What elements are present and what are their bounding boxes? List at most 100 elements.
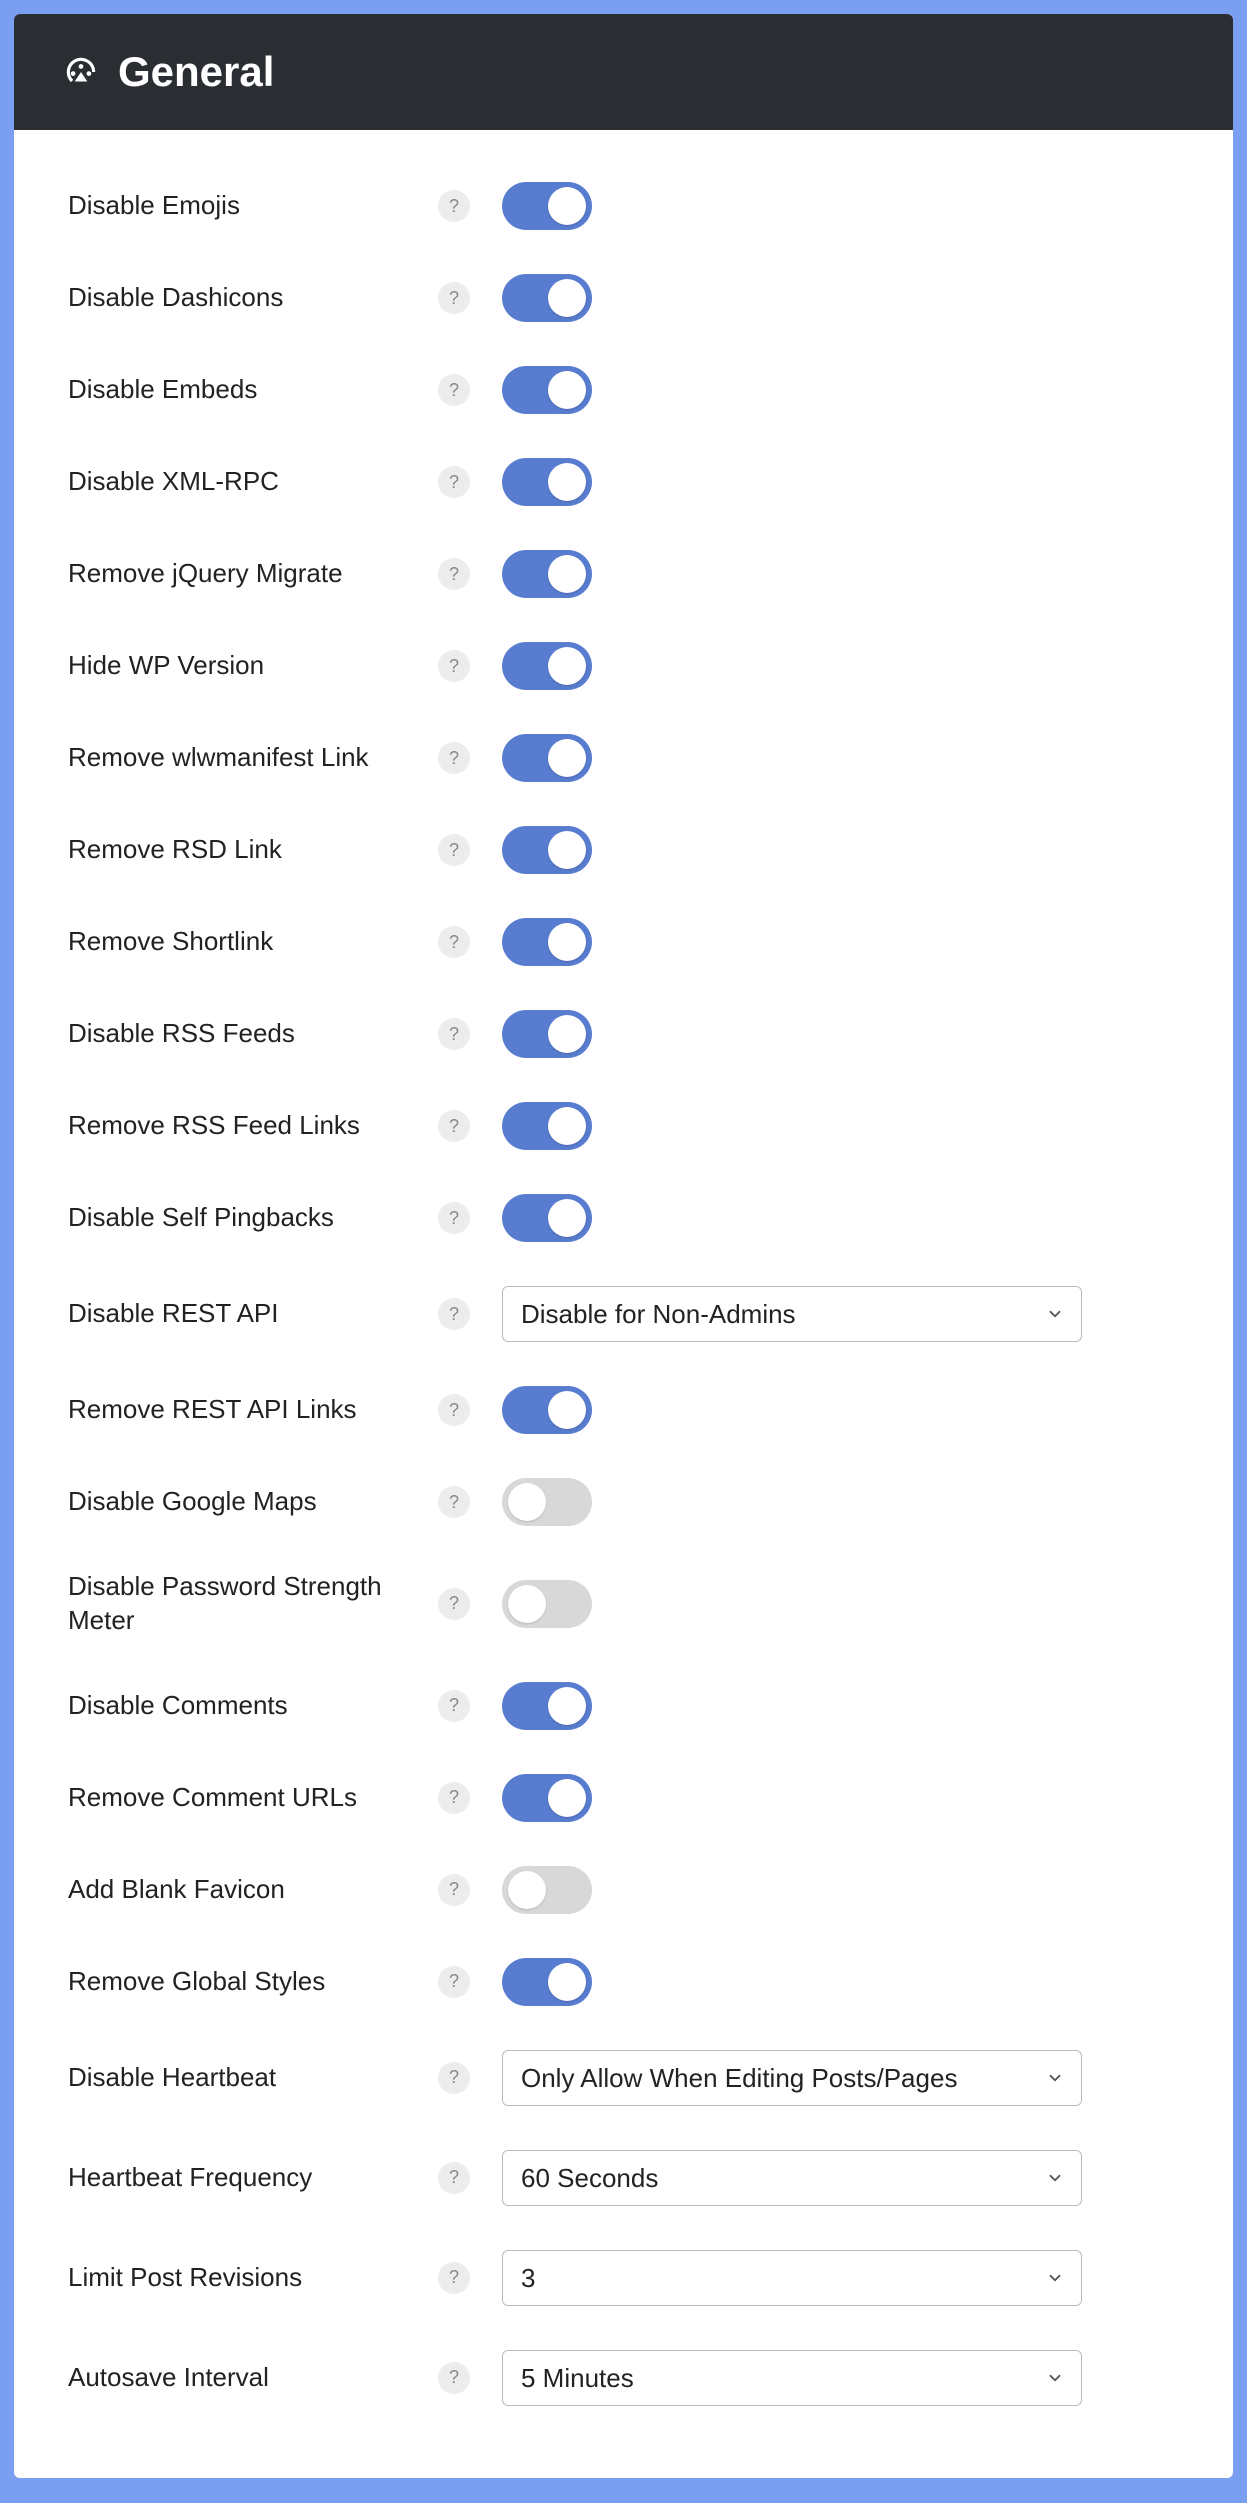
help-icon[interactable]: ? xyxy=(438,1966,470,1998)
setting-label: Remove wlwmanifest Link xyxy=(68,741,428,775)
setting-row-disable_dashicons: Disable Dashicons? xyxy=(28,252,1219,344)
select-disable_rest_api[interactable]: Disable for Non-Admins xyxy=(502,1286,1082,1342)
toggle-remove_rsd_link[interactable] xyxy=(502,826,592,874)
select-wrap-limit_post_revisions: 3 xyxy=(502,2250,1082,2306)
setting-label: Remove REST API Links xyxy=(68,1393,428,1427)
toggle-remove_jquery_migrate[interactable] xyxy=(502,550,592,598)
toggle-remove_global_styles[interactable] xyxy=(502,1958,592,2006)
panel-header: General xyxy=(14,14,1233,130)
setting-control xyxy=(502,458,592,506)
setting-control xyxy=(502,182,592,230)
help-icon[interactable]: ? xyxy=(438,1110,470,1142)
setting-label: Remove RSD Link xyxy=(68,833,428,867)
setting-control xyxy=(502,274,592,322)
help-icon[interactable]: ? xyxy=(438,834,470,866)
toggle-knob xyxy=(548,739,586,777)
toggle-remove_shortlink[interactable] xyxy=(502,918,592,966)
help-icon[interactable]: ? xyxy=(438,1298,470,1330)
toggle-remove_rss_feed_links[interactable] xyxy=(502,1102,592,1150)
setting-control xyxy=(502,1866,592,1914)
setting-control xyxy=(502,1682,592,1730)
toggle-knob xyxy=(508,1585,546,1623)
toggle-disable_dashicons[interactable] xyxy=(502,274,592,322)
toggle-hide_wp_version[interactable] xyxy=(502,642,592,690)
setting-row-limit_post_revisions: Limit Post Revisions?3 xyxy=(28,2228,1219,2328)
panel-body: Disable Emojis?Disable Dashicons?Disable… xyxy=(14,130,1233,2478)
help-icon[interactable]: ? xyxy=(438,926,470,958)
toggle-knob xyxy=(508,1483,546,1521)
setting-control xyxy=(502,1102,592,1150)
help-icon[interactable]: ? xyxy=(438,2262,470,2294)
toggle-remove_comment_urls[interactable] xyxy=(502,1774,592,1822)
toggle-knob xyxy=(548,1015,586,1053)
help-icon[interactable]: ? xyxy=(438,1486,470,1518)
toggle-remove_wlwmanifest[interactable] xyxy=(502,734,592,782)
toggle-disable_google_maps[interactable] xyxy=(502,1478,592,1526)
setting-row-disable_embeds: Disable Embeds? xyxy=(28,344,1219,436)
help-icon[interactable]: ? xyxy=(438,1018,470,1050)
help-icon[interactable]: ? xyxy=(438,374,470,406)
setting-row-autosave_interval: Autosave Interval? 5 Minutes xyxy=(28,2328,1219,2428)
setting-row-remove_comment_urls: Remove Comment URLs? xyxy=(28,1752,1219,1844)
toggle-knob xyxy=(548,1963,586,2001)
setting-row-disable_emojis: Disable Emojis? xyxy=(28,160,1219,252)
setting-control xyxy=(502,642,592,690)
select-disable_heartbeat[interactable]: Only Allow When Editing Posts/Pages xyxy=(502,2050,1082,2106)
setting-row-disable_pwd_meter: Disable Password Strength Meter? xyxy=(28,1548,1219,1660)
setting-label: Remove jQuery Migrate xyxy=(68,557,428,591)
toggle-knob xyxy=(548,1199,586,1237)
toggle-disable_pwd_meter[interactable] xyxy=(502,1580,592,1628)
toggle-knob xyxy=(548,1779,586,1817)
help-icon[interactable]: ? xyxy=(438,558,470,590)
toggle-add_blank_favicon[interactable] xyxy=(502,1866,592,1914)
help-icon[interactable]: ? xyxy=(438,1394,470,1426)
setting-control: 5 Minutes xyxy=(502,2350,1082,2406)
setting-row-heartbeat_frequency: Heartbeat Frequency?60 Seconds xyxy=(28,2128,1219,2228)
help-icon[interactable]: ? xyxy=(438,742,470,774)
setting-control xyxy=(502,1386,592,1434)
select-wrap-disable_rest_api: Disable for Non-Admins xyxy=(502,1286,1082,1342)
setting-control: 60 Seconds xyxy=(502,2150,1082,2206)
toggle-remove_rest_api_links[interactable] xyxy=(502,1386,592,1434)
setting-control xyxy=(502,1774,592,1822)
setting-label: Disable REST API xyxy=(68,1297,428,1331)
help-icon[interactable]: ? xyxy=(438,466,470,498)
setting-label: Remove RSS Feed Links xyxy=(68,1109,428,1143)
setting-row-remove_shortlink: Remove Shortlink? xyxy=(28,896,1219,988)
help-icon[interactable]: ? xyxy=(438,190,470,222)
setting-label: Disable Dashicons xyxy=(68,281,428,315)
select-heartbeat_frequency[interactable]: 60 Seconds xyxy=(502,2150,1082,2206)
setting-label: Disable Comments xyxy=(68,1689,428,1723)
toggle-disable_self_pingbacks[interactable] xyxy=(502,1194,592,1242)
toggle-knob xyxy=(548,831,586,869)
toggle-disable_comments[interactable] xyxy=(502,1682,592,1730)
setting-label: Disable RSS Feeds xyxy=(68,1017,428,1051)
help-icon[interactable]: ? xyxy=(438,1782,470,1814)
setting-row-remove_wlwmanifest: Remove wlwmanifest Link? xyxy=(28,712,1219,804)
toggle-disable_xmlrpc[interactable] xyxy=(502,458,592,506)
help-icon[interactable]: ? xyxy=(438,1874,470,1906)
select-limit_post_revisions[interactable]: 3 xyxy=(502,2250,1082,2306)
setting-row-disable_xmlrpc: Disable XML-RPC? xyxy=(28,436,1219,528)
help-icon[interactable]: ? xyxy=(438,650,470,682)
help-icon[interactable]: ? xyxy=(438,2162,470,2194)
toggle-disable_emojis[interactable] xyxy=(502,182,592,230)
setting-row-remove_jquery_migrate: Remove jQuery Migrate? xyxy=(28,528,1219,620)
help-icon[interactable]: ? xyxy=(438,1202,470,1234)
setting-label: Remove Global Styles xyxy=(68,1965,428,1999)
toggle-disable_rss_feeds[interactable] xyxy=(502,1010,592,1058)
toggle-knob xyxy=(548,1107,586,1145)
setting-label: Disable XML-RPC xyxy=(68,465,428,499)
help-icon[interactable]: ? xyxy=(438,1588,470,1620)
help-icon[interactable]: ? xyxy=(438,282,470,314)
help-icon[interactable]: ? xyxy=(438,1690,470,1722)
toggle-knob xyxy=(548,923,586,961)
setting-control xyxy=(502,1478,592,1526)
setting-label: Autosave Interval xyxy=(68,2361,428,2395)
help-icon[interactable]: ? xyxy=(438,2362,470,2394)
help-icon[interactable]: ? xyxy=(438,2062,470,2094)
select-autosave_interval[interactable]: 5 Minutes xyxy=(502,2350,1082,2406)
setting-control xyxy=(502,1010,592,1058)
select-wrap-autosave_interval: 5 Minutes xyxy=(502,2350,1082,2406)
toggle-disable_embeds[interactable] xyxy=(502,366,592,414)
